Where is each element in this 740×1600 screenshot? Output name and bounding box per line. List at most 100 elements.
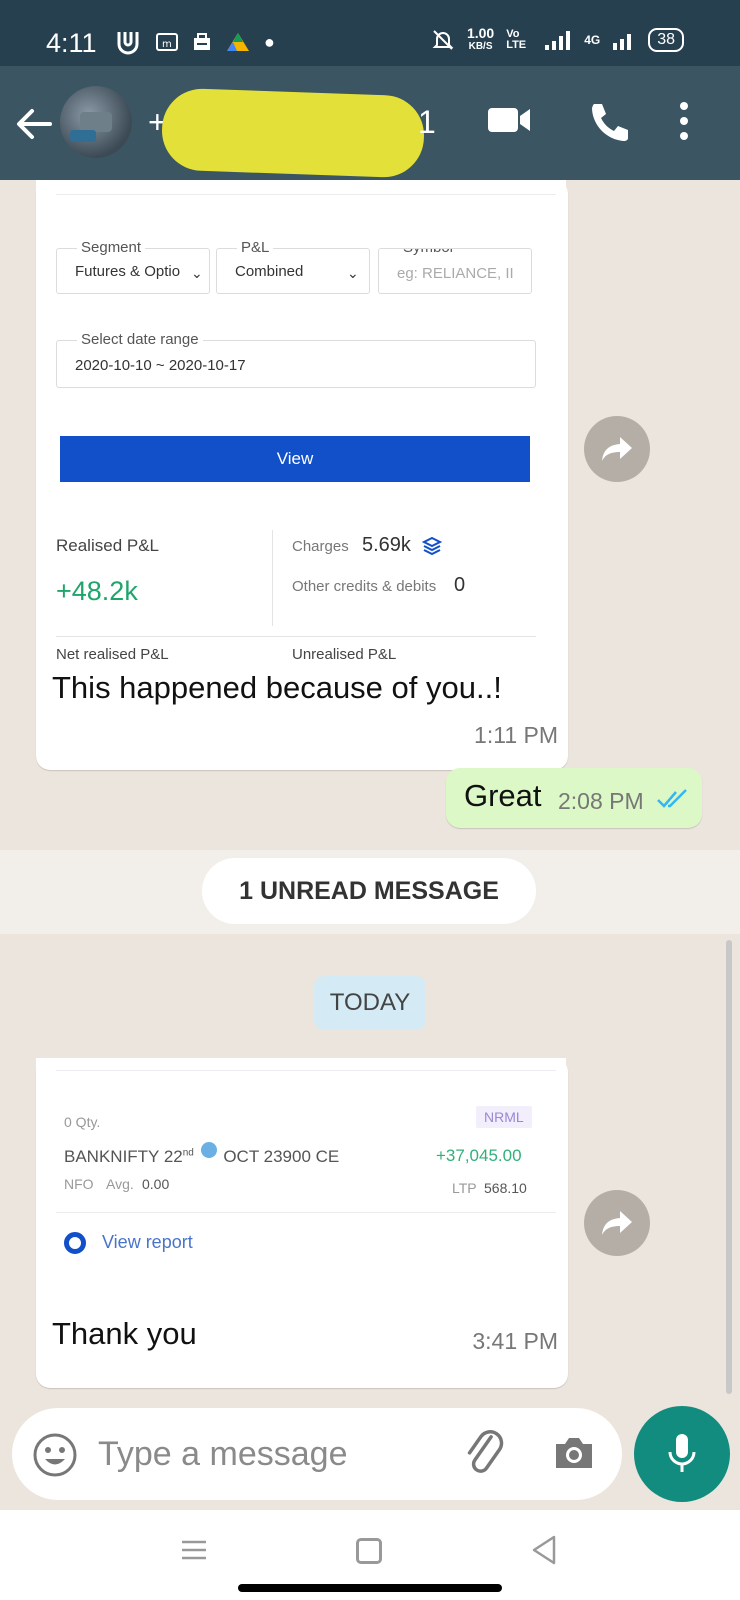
forward-button[interactable] [584,1190,650,1256]
nav-back-icon[interactable] [530,1534,558,1566]
instrument-name: BANKNIFTY 22nd OCT 23900 CE [64,1142,339,1167]
speed-value: 1.00 [466,25,495,41]
camera-icon[interactable] [552,1434,596,1472]
more-options-icon[interactable] [678,100,690,142]
forward-icon [602,1211,632,1235]
scrollbar[interactable] [726,940,732,1394]
divider [56,636,536,637]
system-navigation-bar [0,1510,740,1600]
forward-icon [602,437,632,461]
view-report-link: View report [102,1232,193,1252]
chat-area[interactable]: Segment Futures & Optio ⌄ P&L Combined ⌄… [0,180,740,1510]
contact-name-redaction [160,87,426,179]
symbol-placeholder: eg: RELIANCE, II [397,265,514,282]
video-call-icon[interactable] [486,100,532,140]
pnl-value: Combined [235,263,304,280]
exchange-label: NFO [64,1176,94,1192]
message-input[interactable] [98,1422,438,1486]
message-composer [12,1408,622,1500]
message-text: This happened because of you..! [52,670,502,705]
avg-value: 0.00 [142,1176,170,1192]
other-credits-label: Other credits & debits [292,578,437,595]
status-time: 4:11 [46,28,97,58]
pnl-select: P&L Combined ⌄ [216,239,370,294]
mute-icon [432,30,454,50]
instrument-rest: OCT 23900 CE [223,1147,340,1166]
ltp-value: 568.10 [484,1180,527,1196]
dot-icon: ● [264,31,275,52]
layers-icon [422,536,442,556]
home-icon[interactable] [356,1538,382,1564]
date-range-value: 2020-10-10 ~ 2020-10-17 [75,357,246,374]
message-icon: m [156,33,178,51]
message-text: Thank you [52,1316,197,1351]
read-receipt-icon [657,789,687,808]
shared-screenshot-position[interactable]: 0 Qty. NRML BANKNIFTY 22nd OCT 23900 CE … [36,1058,566,1318]
signal-icon [545,31,571,50]
other-credits-value: 0 [454,574,466,596]
contact-avatar[interactable] [60,86,132,158]
chevron-down-icon: ⌄ [347,265,359,281]
signal-2-icon [613,34,632,50]
segment-label: Segment [77,239,146,256]
incoming-message[interactable]: Segment Futures & Optio ⌄ P&L Combined ⌄… [36,180,568,770]
message-time: 2:08 PM [558,788,644,814]
segment-value: Futures & Optio [75,263,181,280]
symbol-input: Symbol eg: RELIANCE, II [378,248,532,294]
voice-record-button[interactable] [634,1406,730,1502]
contact-name-suffix[interactable]: 1 [418,104,436,141]
speed-indicator: 1.00 KB/S [467,26,494,54]
emoji-icon[interactable] [32,1432,78,1478]
unrealised-label: Unrealised P&L [292,646,397,660]
forward-button[interactable] [584,416,650,482]
realised-pnl-value: +48.2k [56,576,138,606]
date-range-label: Select date range [77,331,203,348]
position-pnl: +37,045.00 [436,1146,522,1165]
qty-label: 0 Qty. [64,1114,101,1130]
incoming-message[interactable]: 0 Qty. NRML BANKNIFTY 22nd OCT 23900 CE … [36,1058,568,1388]
volte-label: Vo LTE [506,28,527,51]
message-time: 3:41 PM [472,1328,558,1354]
message-text: Great [464,778,542,813]
charges-label: Charges [292,538,349,555]
avg-label: Avg. [106,1176,134,1192]
message-time: 1:11 PM [474,722,558,748]
date-range-field: Select date range 2020-10-10 ~ 2020-10-1… [56,331,536,388]
status-right: 1.00 KB/S Vo LTE 4G 38 [431,26,684,54]
divider [272,530,273,626]
unread-messages-banner: 1 UNREAD MESSAGE [202,858,536,924]
view-button: View [60,436,530,482]
net-realised-label: Net realised P&L [56,646,169,660]
chevron-down-icon: ⌄ [191,265,203,281]
instrument-sup: nd [182,1147,194,1159]
battery-icon: 38 [648,28,684,52]
charges-value: 5.69k [362,534,411,556]
ltp-label: LTP [452,1180,477,1196]
segment-select: Segment Futures & Optio ⌄ [56,239,210,294]
chat-header: + 1 [0,66,740,180]
gesture-handle[interactable] [238,1584,502,1592]
app-notification-icon [117,32,139,55]
drive-icon [227,33,249,51]
instrument-symbol: BANKNIFTY 22 [64,1147,183,1166]
attach-icon[interactable] [464,1430,508,1478]
microphone-icon [668,1434,696,1472]
svg-text:m: m [162,39,172,50]
back-arrow-icon[interactable] [14,104,54,144]
shared-screenshot-pnl[interactable]: Segment Futures & Optio ⌄ P&L Combined ⌄… [36,180,566,660]
product-badge: NRML [476,1106,532,1128]
recent-apps-icon[interactable] [180,1536,208,1564]
realised-pnl-label: Realised P&L [56,536,160,555]
info-icon [200,1142,217,1158]
speed-unit: KB/S [468,41,493,52]
pnl-label: P&L [237,239,274,256]
report-circle-icon [64,1232,86,1254]
notification-icons: m ● [114,28,275,56]
outgoing-message[interactable]: Great 2:08 PM [446,768,702,828]
bag-icon [194,33,210,50]
network-4g-label: 4G [584,33,601,47]
symbol-label: Symbol [399,249,458,256]
voice-call-icon[interactable] [586,100,628,142]
date-chip: TODAY [314,976,426,1030]
status-bar: 4:11 m ● 1.00 KB/S Vo LTE 4G 38 [0,0,740,66]
